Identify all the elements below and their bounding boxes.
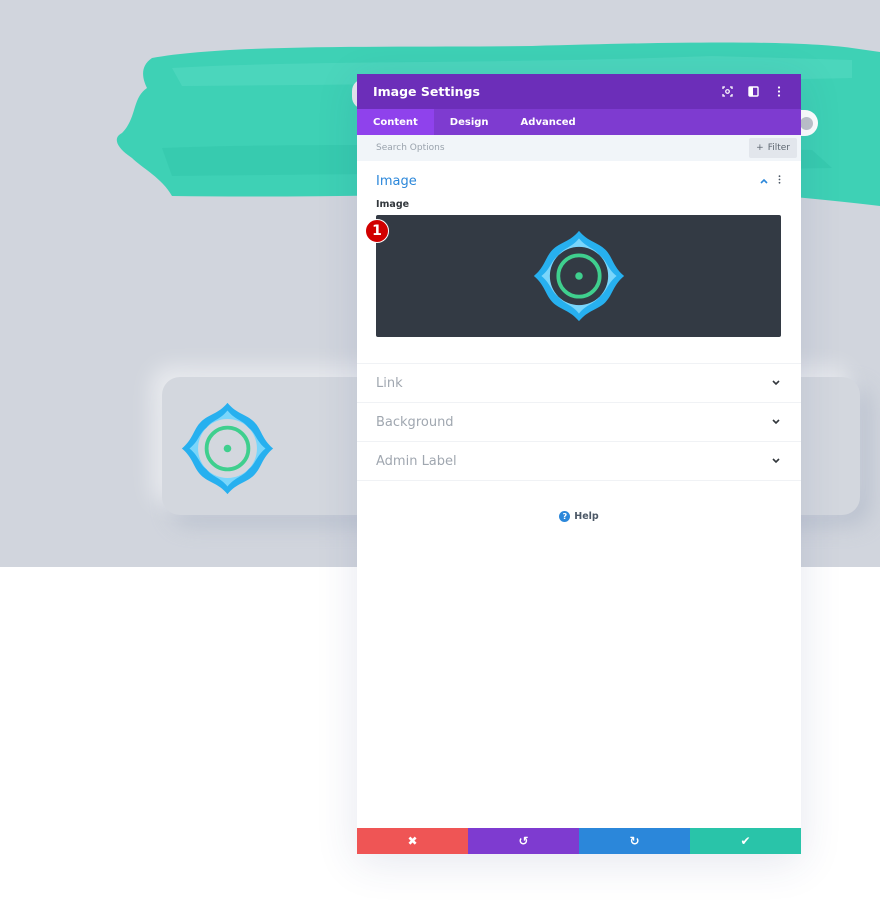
section-admin-label[interactable]: Admin Label [357, 442, 801, 481]
split-view-icon[interactable] [747, 86, 759, 98]
more-options-icon[interactable] [773, 86, 785, 98]
plus-icon: + [756, 143, 764, 153]
tab-advanced[interactable]: Advanced [505, 109, 592, 135]
image-upload-preview[interactable] [376, 215, 781, 337]
modal-title: Image Settings [373, 84, 480, 99]
filter-label: Filter [767, 143, 790, 153]
image-field-label: Image [376, 199, 410, 210]
section-more-icon[interactable] [776, 175, 782, 187]
undo-button[interactable]: ↺ [468, 828, 579, 854]
modal-header[interactable]: Image Settings [357, 74, 801, 109]
section-link-title: Link [376, 375, 403, 391]
redo-button[interactable]: ↻ [579, 828, 690, 854]
chevron-up-icon[interactable] [758, 176, 770, 187]
section-background[interactable]: Background [357, 403, 801, 442]
tab-bar: Content Design Advanced [357, 109, 801, 135]
tab-content[interactable]: Content [357, 109, 434, 135]
chevron-down-icon[interactable] [770, 456, 782, 467]
tab-design[interactable]: Design [434, 109, 505, 135]
image-settings-modal: Image Settings Content Design Advanced S… [357, 74, 801, 854]
section-link[interactable]: Link [357, 364, 801, 403]
chakra-image-icon [533, 230, 624, 322]
cancel-button[interactable]: ✖ [357, 828, 468, 854]
section-image: Image Image [357, 161, 801, 337]
filter-button[interactable]: + Filter [749, 138, 797, 158]
close-icon: ✖ [407, 834, 418, 848]
fullscreen-icon[interactable] [721, 86, 733, 98]
page: Image Settings Content Design Advanced S… [0, 0, 880, 902]
chevron-down-icon[interactable] [770, 417, 782, 428]
undo-icon: ↺ [518, 834, 529, 848]
search-options-input[interactable] [376, 143, 676, 153]
section-image-title: Image [376, 173, 417, 189]
section-image-header[interactable]: Image [376, 173, 782, 189]
modal-footer: ✖ ↺ ↻ ✔ [357, 828, 801, 854]
help-icon: ? [559, 511, 571, 522]
help-link[interactable]: ? Help [357, 511, 801, 522]
help-label: Help [574, 511, 599, 522]
section-background-title: Background [376, 414, 454, 430]
chakra-icon [181, 402, 274, 495]
chevron-down-icon[interactable] [770, 378, 782, 389]
search-bar: + Filter [357, 135, 801, 161]
annotation-badge: 1 [365, 219, 389, 243]
redo-icon: ↻ [629, 834, 640, 848]
check-icon: ✔ [740, 834, 751, 848]
section-admin-label-title: Admin Label [376, 453, 457, 469]
save-button[interactable]: ✔ [690, 828, 801, 854]
